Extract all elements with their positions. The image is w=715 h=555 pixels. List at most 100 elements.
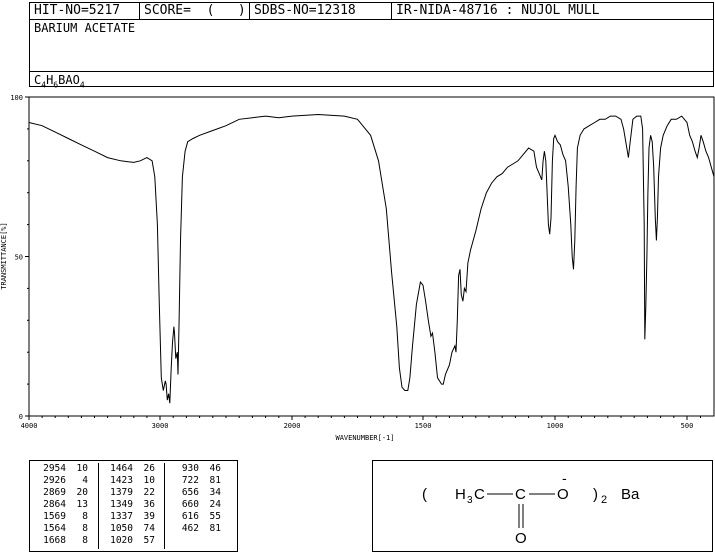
negative-charge: - — [562, 470, 567, 486]
header-row: HIT-NO=5217 SCORE= ( ) SDBS-NO=12318 IR-… — [30, 3, 713, 20]
peak-wavenumber: 1379 — [110, 487, 133, 498]
oxygen-single: O — [557, 486, 569, 503]
peak-transmittance: 8 — [82, 511, 88, 522]
formula-element: BAO — [58, 73, 80, 87]
peak-transmittance: 4 — [82, 475, 88, 486]
peak-column: 2954 10 2926 4 2869 20 2864 13 1569 8 1564 8 1668 8 — [32, 463, 88, 549]
peak-wavenumber: 1464 — [110, 463, 133, 474]
peak-transmittance: 8 — [82, 523, 88, 534]
peak-column: 1464 26 1423 10 1379 22 1349 36 1337 39 1050 74 1020… — [98, 463, 155, 549]
peak-wavenumber: 2954 — [43, 463, 66, 474]
methyl-subscript: 3 — [467, 495, 473, 506]
peak-wavenumber: 930 — [181, 463, 199, 474]
peak-transmittance: 55 — [209, 511, 221, 522]
peak-wavenumber: 656 — [181, 487, 199, 498]
method: IR-NIDA-48716 : NUJOL MULL — [396, 3, 600, 18]
peak-row: 930 46 — [165, 463, 221, 475]
x-tick-label: 2000 — [284, 422, 301, 430]
peak-transmittance: 81 — [209, 475, 221, 486]
peak-row: 1020 57 — [99, 535, 155, 547]
x-tick-label: 1500 — [415, 422, 432, 430]
x-tick-label: 500 — [681, 422, 694, 430]
close-paren: ) — [593, 486, 598, 503]
peak-wavenumber: 1349 — [110, 499, 133, 510]
peak-row: 1349 36 — [99, 499, 155, 511]
cation: Ba — [621, 486, 640, 503]
open-paren: ( — [422, 486, 427, 503]
sdbs-number: SDBS-NO=12318 — [250, 3, 392, 19]
structure-box: ( H 3 C C O - O ) 2 Ba — [372, 460, 713, 552]
peak-transmittance: 57 — [143, 535, 155, 546]
peak-wavenumber: 660 — [181, 499, 199, 510]
peak-transmittance: 36 — [143, 499, 155, 510]
peak-row: 1423 10 — [99, 475, 155, 487]
spectrum-line — [28, 113, 715, 404]
peak-row: 1564 8 — [32, 523, 88, 535]
multiplier: 2 — [601, 494, 607, 506]
peak-row: 1337 39 — [99, 511, 155, 523]
peak-row: 1668 8 — [32, 535, 88, 547]
peak-row: 2926 4 — [32, 475, 88, 487]
peak-row: 1569 8 — [32, 511, 88, 523]
peak-transmittance: 24 — [209, 499, 221, 510]
x-tick-label: 3000 — [152, 422, 169, 430]
peak-transmittance: 20 — [76, 487, 88, 498]
peak-transmittance: 34 — [209, 487, 221, 498]
peak-wavenumber: 2869 — [43, 487, 66, 498]
peak-transmittance: 46 — [209, 463, 221, 474]
peak-row: 2864 13 — [32, 499, 88, 511]
y-tick-label: 100 — [10, 94, 23, 102]
peak-row: 660 24 — [165, 499, 221, 511]
y-tick-label: 50 — [15, 254, 23, 262]
peak-transmittance: 74 — [143, 523, 155, 534]
structure-diagram: ( H 3 C C O - O ) 2 Ba — [422, 470, 640, 547]
oxygen-double: O — [515, 530, 527, 547]
x-tick-label: 1000 — [547, 422, 564, 430]
x-tick-label: 4000 — [21, 422, 38, 430]
peak-row: 616 55 — [165, 511, 221, 523]
peak-row: 2954 10 — [32, 463, 88, 475]
peak-row: 1050 74 — [99, 523, 155, 535]
peak-row: 2869 20 — [32, 487, 88, 499]
peak-wavenumber: 2926 — [43, 475, 66, 486]
peak-wavenumber: 722 — [181, 475, 199, 486]
peak-wavenumber: 1050 — [110, 523, 133, 534]
peak-wavenumber: 1569 — [43, 511, 66, 522]
compound-name: BARIUM ACETATE — [34, 21, 136, 35]
plot-frame — [28, 96, 715, 417]
score: SCORE= ( ) — [140, 3, 250, 19]
carbonyl-carbon: C — [515, 486, 526, 503]
peak-wavenumber: 616 — [181, 511, 199, 522]
peak-transmittance: 81 — [209, 523, 221, 534]
peak-row: 1379 22 — [99, 487, 155, 499]
peak-row: 462 81 — [165, 523, 221, 535]
peak-wavenumber: 1668 — [43, 535, 66, 546]
peak-transmittance: 10 — [76, 463, 88, 474]
peak-transmittance: 13 — [76, 499, 88, 510]
peak-row: 1464 26 — [99, 463, 155, 475]
methyl-c: C — [474, 486, 485, 503]
peak-column: 930 46 722 81 656 34 660 24 616 55 462 81 — [164, 463, 221, 549]
peak-table: 2954 10 2926 4 2869 20 2864 13 1569 8 1564 8 1668 8 14… — [29, 460, 238, 552]
peak-wavenumber: 1423 — [110, 475, 133, 486]
peak-wavenumber: 462 — [181, 523, 199, 534]
y-axis-label: TRANSMITTANCE[%] — [0, 222, 8, 289]
peak-wavenumber: 1020 — [110, 535, 133, 546]
peak-transmittance: 10 — [143, 475, 155, 486]
ir-spectrum-chart: 4000 3000 2000 1500 1000 500 0 50 100 WAVENUMBER… — [0, 94, 715, 442]
peak-row: 722 81 — [165, 475, 221, 487]
header-box: HIT-NO=5217 SCORE= ( ) SDBS-NO=12318 IR-… — [29, 2, 714, 89]
peak-row: 656 34 — [165, 487, 221, 499]
peak-wavenumber: 2864 — [43, 499, 66, 510]
peak-transmittance: 8 — [82, 535, 88, 546]
peak-transmittance: 22 — [143, 487, 155, 498]
peak-wavenumber: 1564 — [43, 523, 66, 534]
y-tick-label: 0 — [19, 413, 23, 421]
hit-number: HIT-NO=5217 — [30, 3, 140, 19]
x-axis-label: WAVENUMBER[-1] — [335, 434, 394, 442]
peak-transmittance: 39 — [143, 511, 155, 522]
methyl-h: H — [455, 486, 466, 503]
peak-wavenumber: 1337 — [110, 511, 133, 522]
molecular-formula: C4H6BAO4 — [30, 71, 713, 89]
peak-transmittance: 26 — [143, 463, 155, 474]
